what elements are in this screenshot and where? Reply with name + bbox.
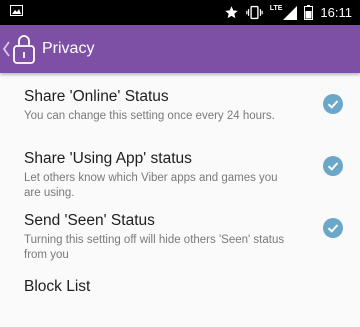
page-title: Privacy xyxy=(42,40,95,57)
lock-icon[interactable] xyxy=(12,33,36,65)
setting-title: Share 'Using App' status xyxy=(24,150,192,167)
battery-icon xyxy=(304,5,314,20)
checkbox-checked[interactable] xyxy=(323,218,343,238)
checkbox-checked[interactable] xyxy=(323,156,343,176)
setting-summary: You can change this setting once every 2… xyxy=(24,110,275,122)
checkbox-checked[interactable] xyxy=(323,94,343,114)
check-icon xyxy=(327,162,339,171)
status-icons: LTE 16:11 xyxy=(224,0,352,25)
setting-share-using-app-status[interactable]: Share 'Using App' status Let others know… xyxy=(0,135,360,199)
setting-title: Share 'Online' Status xyxy=(24,88,169,105)
network-label: LTE xyxy=(269,5,283,12)
block-list-label: Block List xyxy=(24,278,91,295)
vibrate-icon xyxy=(245,5,263,20)
star-icon xyxy=(224,6,238,19)
clock: 16:11 xyxy=(320,5,352,20)
setting-title: Send 'Seen' Status xyxy=(24,212,155,229)
setting-share-online-status[interactable]: Share 'Online' Status You can change thi… xyxy=(0,73,360,135)
signal-icon xyxy=(283,5,298,20)
toolbar: Privacy xyxy=(0,25,360,73)
block-list-item[interactable]: Block List xyxy=(0,259,360,313)
check-icon xyxy=(327,100,339,109)
gallery-icon xyxy=(10,5,23,16)
settings-list: Share 'Online' Status You can change thi… xyxy=(0,73,360,313)
setting-send-seen-status[interactable]: Send 'Seen' Status Turning this setting … xyxy=(0,197,360,261)
back-chevron-icon[interactable] xyxy=(2,39,12,59)
check-icon xyxy=(327,224,339,233)
status-bar: LTE 16:11 xyxy=(0,0,360,25)
